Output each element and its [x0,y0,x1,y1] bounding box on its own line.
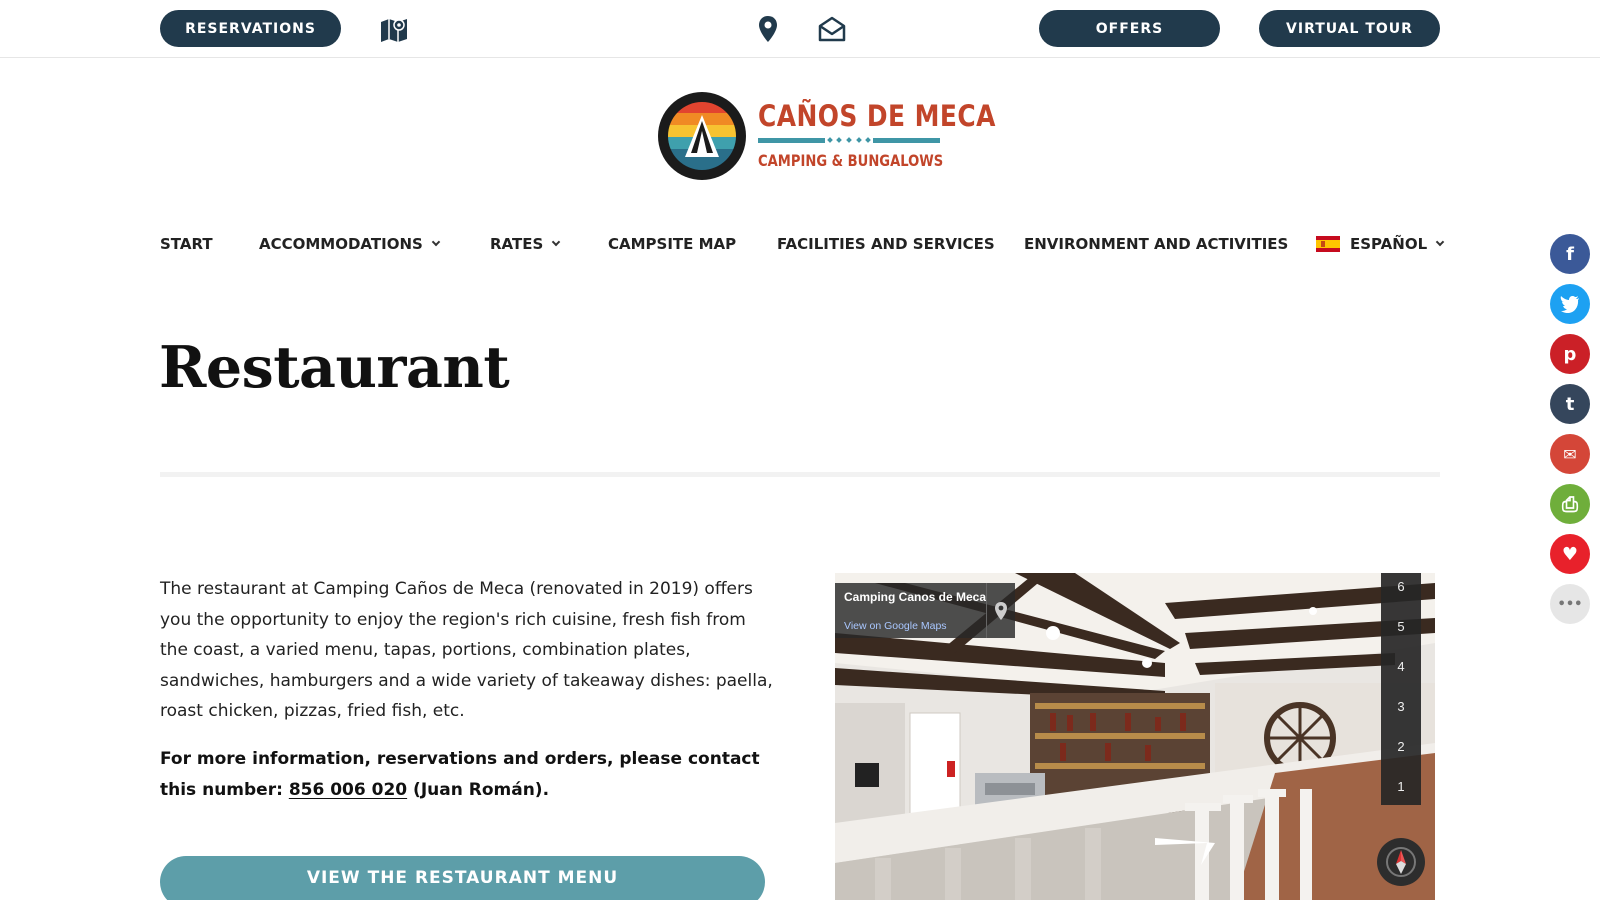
phone-link[interactable]: 856 006 020 [289,780,407,800]
print-button[interactable]: ⎙ [1550,484,1590,524]
floor-6-button[interactable]: 6 [1381,579,1421,594]
offers-button[interactable]: OFFERS [1039,10,1220,47]
street-view-embed[interactable]: Camping Canos de Meca View on Google Map… [835,573,1435,900]
compass-icon[interactable] [1377,838,1425,886]
facebook-icon: f [1566,243,1574,265]
nav-item-accommodations[interactable]: ACCOMMODATIONS [259,232,441,256]
location-pin-icon[interactable] [751,12,785,46]
more-icon: ••• [1557,596,1583,612]
map-icon[interactable] [377,12,411,46]
tumblr-icon: t [1565,393,1575,415]
nav-item-campsite-map[interactable]: CAMPSITE MAP [608,232,736,256]
page-title: Restaurant [159,334,510,401]
contact-suffix: (Juan Román). [413,779,550,800]
nav-item-environment[interactable]: ENVIRONMENT AND ACTIVITIES [1024,232,1288,256]
floor-1-button[interactable]: 1 [1381,779,1421,794]
chevron-down-icon [1435,237,1445,247]
top-bar: RESERVATIONS OFFERS VIRTUAL TOUR [0,0,1600,58]
pinterest-icon: p [1563,343,1577,365]
nav-label: ACCOMMODATIONS [259,235,423,253]
email-icon: ✉ [1563,444,1577,464]
tumblr-share-button[interactable]: t [1550,384,1590,424]
reservations-button[interactable]: RESERVATIONS [160,10,341,47]
place-name: Camping Canos de Meca [844,590,987,604]
nav-label: ESPAÑOL [1350,235,1428,253]
logo-subtitle: CAMPING & BUNGALOWS [758,151,944,170]
logo-title: CAÑOS DE MECA [758,99,996,133]
floor-4-button[interactable]: 4 [1381,659,1421,674]
more-share-button[interactable]: ••• [1550,584,1590,624]
nav-item-language[interactable]: ESPAÑOL [1316,232,1445,256]
map-pin-icon[interactable] [986,583,1015,638]
nav-item-facilities[interactable]: FACILITIES AND SERVICES [777,232,995,256]
view-on-google-maps-link[interactable]: View on Google Maps [844,620,947,632]
logo-badge-icon [658,92,746,180]
favorite-button[interactable]: ♥ [1550,534,1590,574]
envelope-icon[interactable] [815,12,849,46]
nav-item-rates[interactable]: RATES [490,232,561,256]
spain-flag-icon [1316,236,1340,252]
logo-ornament [825,134,873,146]
facebook-share-button[interactable]: f [1550,234,1590,274]
title-divider [160,472,1440,477]
floor-3-button[interactable]: 3 [1381,699,1421,714]
twitter-icon [1560,296,1579,313]
contact-info: For more information, reservations and o… [160,744,774,805]
restaurant-menu-button[interactable]: VIEW THE RESTAURANT MENU [160,856,765,900]
restaurant-description: The restaurant at Camping Caños de Meca … [160,579,773,721]
chevron-down-icon [552,237,561,247]
heart-icon: ♥ [1561,543,1579,565]
chevron-down-icon [431,237,441,247]
floor-2-button[interactable]: 2 [1381,739,1421,754]
floor-5-button[interactable]: 5 [1381,619,1421,634]
twitter-share-button[interactable] [1550,284,1590,324]
nav-label: RATES [490,235,544,253]
site-logo[interactable]: CAÑOS DE MECA CAMPING & BUNGALOWS [657,91,995,183]
email-share-button[interactable]: ✉ [1550,434,1590,474]
nav-label: ENVIRONMENT AND ACTIVITIES [1024,235,1289,253]
nav-label: FACILITIES AND SERVICES [777,235,995,253]
print-icon: ⎙ [1562,492,1578,516]
floor-selector[interactable]: 6 5 4 3 2 1 [1381,573,1421,805]
virtual-tour-button[interactable]: VIRTUAL TOUR [1259,10,1440,47]
nav-label: CAMPSITE MAP [608,235,737,253]
place-info-card: Camping Canos de Meca View on Google Map… [835,583,1015,638]
nav-item-start[interactable]: START [160,232,213,256]
nav-label: START [160,235,213,253]
pinterest-share-button[interactable]: p [1550,334,1590,374]
